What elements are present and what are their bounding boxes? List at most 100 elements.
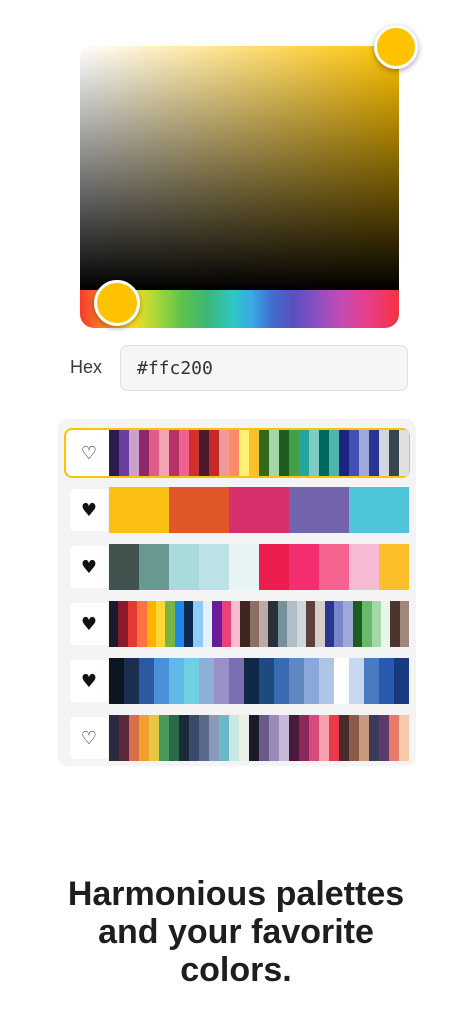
color-swatch — [274, 658, 289, 704]
color-swatch — [229, 487, 289, 533]
color-swatch — [389, 715, 399, 761]
color-swatch — [244, 658, 259, 704]
color-swatch — [249, 715, 259, 761]
color-swatch — [259, 658, 274, 704]
color-swatch — [249, 601, 259, 647]
heart-filled-icon[interactable]: ♥ — [70, 603, 108, 645]
color-swatch — [127, 601, 138, 647]
color-swatch — [184, 601, 194, 647]
color-swatch — [109, 715, 119, 761]
color-swatch — [319, 430, 329, 476]
color-swatch — [349, 430, 359, 476]
tagline-line-1: Harmonious palettes — [67, 875, 405, 913]
color-swatch — [362, 601, 372, 647]
color-swatch — [329, 715, 339, 761]
palette-swatches[interactable] — [109, 601, 409, 647]
color-swatch — [214, 658, 229, 704]
palette-swatches[interactable] — [109, 487, 409, 533]
tagline-line-2: and your favorite — [98, 913, 374, 951]
color-swatch — [394, 658, 409, 704]
color-swatch — [179, 430, 189, 476]
color-swatch — [230, 601, 241, 647]
heart-outline-icon[interactable]: ♡ — [70, 717, 108, 759]
color-swatch — [259, 544, 289, 590]
color-swatch — [268, 601, 278, 647]
color-swatch — [137, 601, 147, 647]
color-swatch — [329, 430, 339, 476]
color-swatch — [249, 430, 259, 476]
color-swatch — [169, 487, 229, 533]
color-swatch — [209, 715, 219, 761]
palette-swatches[interactable] — [109, 715, 409, 761]
palette-row[interactable]: ♥ — [64, 485, 410, 535]
color-swatch — [369, 430, 379, 476]
color-swatch — [169, 544, 199, 590]
palette-row[interactable]: ♥ — [64, 542, 410, 592]
heart-outline-icon[interactable]: ♡ — [70, 432, 108, 474]
color-swatch — [379, 658, 394, 704]
color-swatch — [349, 544, 379, 590]
color-swatch — [359, 715, 369, 761]
color-swatch — [304, 658, 319, 704]
color-swatch — [379, 715, 389, 761]
color-swatch — [154, 658, 169, 704]
color-swatch — [324, 601, 334, 647]
color-swatch — [319, 658, 334, 704]
color-swatch — [119, 430, 129, 476]
color-swatch — [371, 601, 381, 647]
color-swatch — [239, 430, 249, 476]
color-swatch — [199, 715, 209, 761]
color-swatch — [287, 601, 297, 647]
color-swatch — [349, 715, 359, 761]
palette-swatches[interactable] — [109, 544, 409, 590]
color-swatch — [239, 715, 249, 761]
color-swatch — [199, 430, 209, 476]
color-swatch — [109, 544, 139, 590]
color-swatch — [169, 658, 184, 704]
color-swatch — [279, 715, 289, 761]
color-swatch — [315, 601, 325, 647]
color-swatch — [399, 430, 409, 476]
tagline: Harmonious palettes and your favorite co… — [0, 875, 472, 989]
color-swatch — [109, 601, 119, 647]
saturation-brightness-area[interactable] — [80, 46, 399, 290]
color-swatch — [139, 544, 169, 590]
color-swatch — [259, 601, 269, 647]
color-swatch — [240, 601, 250, 647]
color-swatch — [209, 430, 219, 476]
heart-filled-icon[interactable]: ♥ — [70, 489, 108, 531]
color-swatch — [179, 715, 189, 761]
tagline-line-3: colors. — [180, 951, 292, 989]
color-swatch — [369, 715, 379, 761]
color-swatch — [339, 715, 349, 761]
color-swatch — [109, 658, 124, 704]
color-swatch — [339, 430, 349, 476]
hue-handle[interactable] — [94, 280, 140, 326]
color-swatch — [259, 430, 269, 476]
saturation-handle[interactable] — [374, 25, 418, 69]
color-swatch — [109, 430, 119, 476]
color-swatch — [129, 430, 139, 476]
color-swatch — [299, 430, 309, 476]
color-swatch — [165, 601, 175, 647]
palette-swatches[interactable] — [109, 658, 409, 704]
color-swatch — [229, 430, 239, 476]
color-swatch — [202, 601, 213, 647]
hex-input[interactable] — [120, 345, 408, 391]
color-swatch — [229, 658, 244, 704]
color-swatch — [184, 658, 199, 704]
palette-row[interactable]: ♡ — [64, 713, 410, 763]
palette-row[interactable]: ♥ — [64, 656, 410, 706]
heart-filled-icon[interactable]: ♥ — [70, 546, 108, 588]
palette-row[interactable]: ♥ — [64, 599, 410, 649]
palette-row[interactable]: ♡ — [64, 428, 410, 478]
color-swatch — [139, 430, 149, 476]
color-swatch — [146, 601, 156, 647]
palette-swatches[interactable] — [109, 430, 409, 476]
color-swatch — [349, 487, 409, 533]
color-swatch — [289, 658, 304, 704]
color-swatch — [309, 430, 319, 476]
heart-filled-icon[interactable]: ♥ — [70, 660, 108, 702]
color-swatch — [319, 544, 349, 590]
color-swatch — [149, 430, 159, 476]
